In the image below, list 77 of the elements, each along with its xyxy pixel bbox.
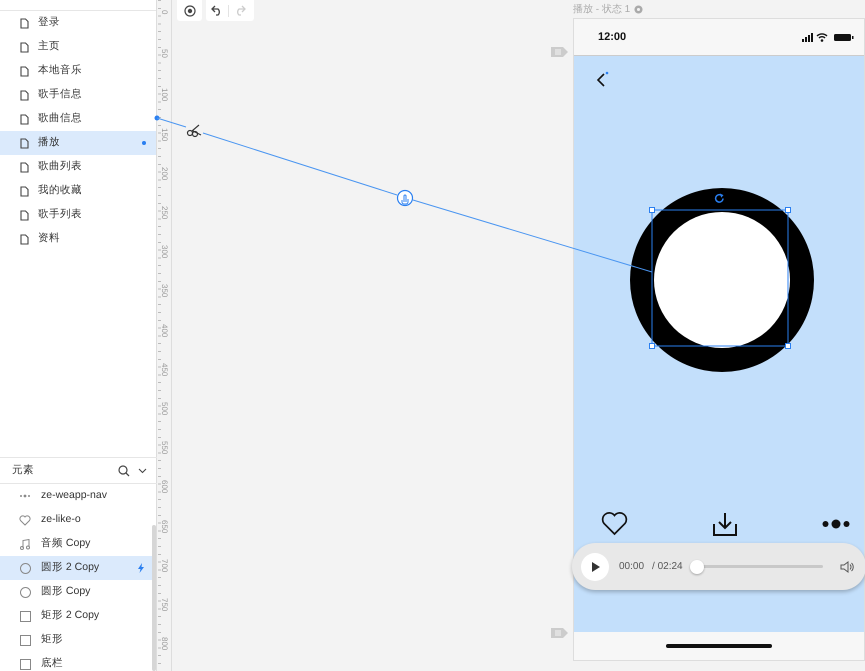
page-icon (20, 210, 29, 220)
heart-icon (19, 514, 31, 526)
layer-item[interactable]: 矩形 (0, 628, 154, 652)
rectangle-icon (20, 610, 30, 622)
scissors-icon[interactable] (186, 124, 202, 138)
ruler-label: 0 (159, 10, 170, 14)
status-dot (142, 141, 146, 145)
rectangle-icon (20, 658, 30, 670)
frame-title: 播放 - 状态 1 (573, 2, 630, 17)
play-icon (590, 562, 600, 572)
more-icon[interactable] (822, 519, 850, 530)
layer-item[interactable]: ze-weapp-nav (0, 484, 154, 508)
ruler-label: 150 (159, 128, 170, 141)
back-icon[interactable] (596, 71, 610, 88)
page-item[interactable]: 我的收藏 (0, 179, 156, 203)
page-icon (20, 42, 29, 52)
page-item[interactable]: 资料 (0, 227, 156, 251)
layer-item[interactable]: 圆形 Copy (0, 580, 154, 604)
page-item[interactable]: 本地音乐 (0, 59, 156, 83)
target-icon (184, 4, 196, 16)
status-icons-drawing (802, 32, 854, 42)
page-item[interactable]: 歌曲列表 (0, 155, 156, 179)
page-icon (20, 138, 29, 148)
ruler-label: 700 (159, 558, 170, 572)
ruler-label: 800 (159, 637, 170, 651)
circle-icon (20, 586, 30, 598)
ruler-label: 600 (159, 480, 170, 494)
page-icon (20, 90, 29, 100)
ruler-label: 450 (159, 362, 170, 376)
circle-icon (20, 562, 30, 574)
layer-item[interactable]: 音频 Copy (0, 532, 154, 556)
page-item[interactable]: 播放 (0, 131, 156, 155)
heart-icon[interactable] (601, 512, 628, 536)
page-icon (20, 114, 29, 124)
ruler-label: 400 (159, 324, 170, 337)
layer-item[interactable]: ze-like-o (0, 508, 154, 532)
selection-box[interactable] (649, 207, 791, 349)
duration: / 02:24 (652, 560, 683, 574)
page-icon (20, 162, 29, 172)
current-time: 00:00 (619, 560, 644, 574)
ruler-label: 650 (159, 520, 170, 533)
play-button[interactable] (581, 552, 609, 580)
page-item[interactable]: 主页 (0, 35, 156, 59)
slider-thumb[interactable] (690, 560, 704, 574)
search-icon[interactable] (118, 464, 130, 476)
ruler-label: 100 (159, 88, 170, 102)
layer-item[interactable]: 底栏 (0, 652, 154, 671)
undo-icon (211, 5, 223, 16)
music-icon (20, 538, 30, 550)
ruler-label: 250 (159, 206, 170, 220)
status-time: 12:00 (598, 30, 626, 45)
page-icon (20, 18, 29, 28)
redo-icon (234, 5, 246, 16)
download-icon[interactable] (712, 512, 738, 537)
chevron-down-icon[interactable] (138, 468, 147, 474)
page-icon (20, 234, 29, 244)
page-item[interactable]: 登录 (0, 11, 156, 35)
ruler-label: 50 (159, 49, 170, 58)
ruler-label: 550 (159, 441, 170, 455)
hand-icon[interactable] (396, 190, 414, 206)
layer-item[interactable]: 矩形 2 Copy (0, 604, 154, 628)
rectangle-icon (20, 634, 30, 646)
page-item[interactable]: 歌手信息 (0, 83, 156, 107)
page-item[interactable]: 歌曲信息 (0, 107, 156, 131)
ruler-label: 300 (159, 245, 170, 259)
ruler-label: 750 (159, 598, 170, 612)
page-icon (20, 66, 29, 76)
panel-title: 元素 (12, 462, 34, 478)
rotate-icon[interactable] (714, 193, 725, 204)
ruler-label: 350 (159, 284, 170, 298)
ruler-label: 200 (159, 166, 170, 180)
volume-icon[interactable] (840, 560, 854, 572)
ruler-label: 500 (159, 402, 170, 416)
page-icon (20, 186, 29, 196)
layer-item[interactable]: 圆形 2 Copy (0, 556, 154, 580)
page-item[interactable]: 歌手列表 (0, 203, 156, 227)
dots-icon (19, 494, 31, 498)
